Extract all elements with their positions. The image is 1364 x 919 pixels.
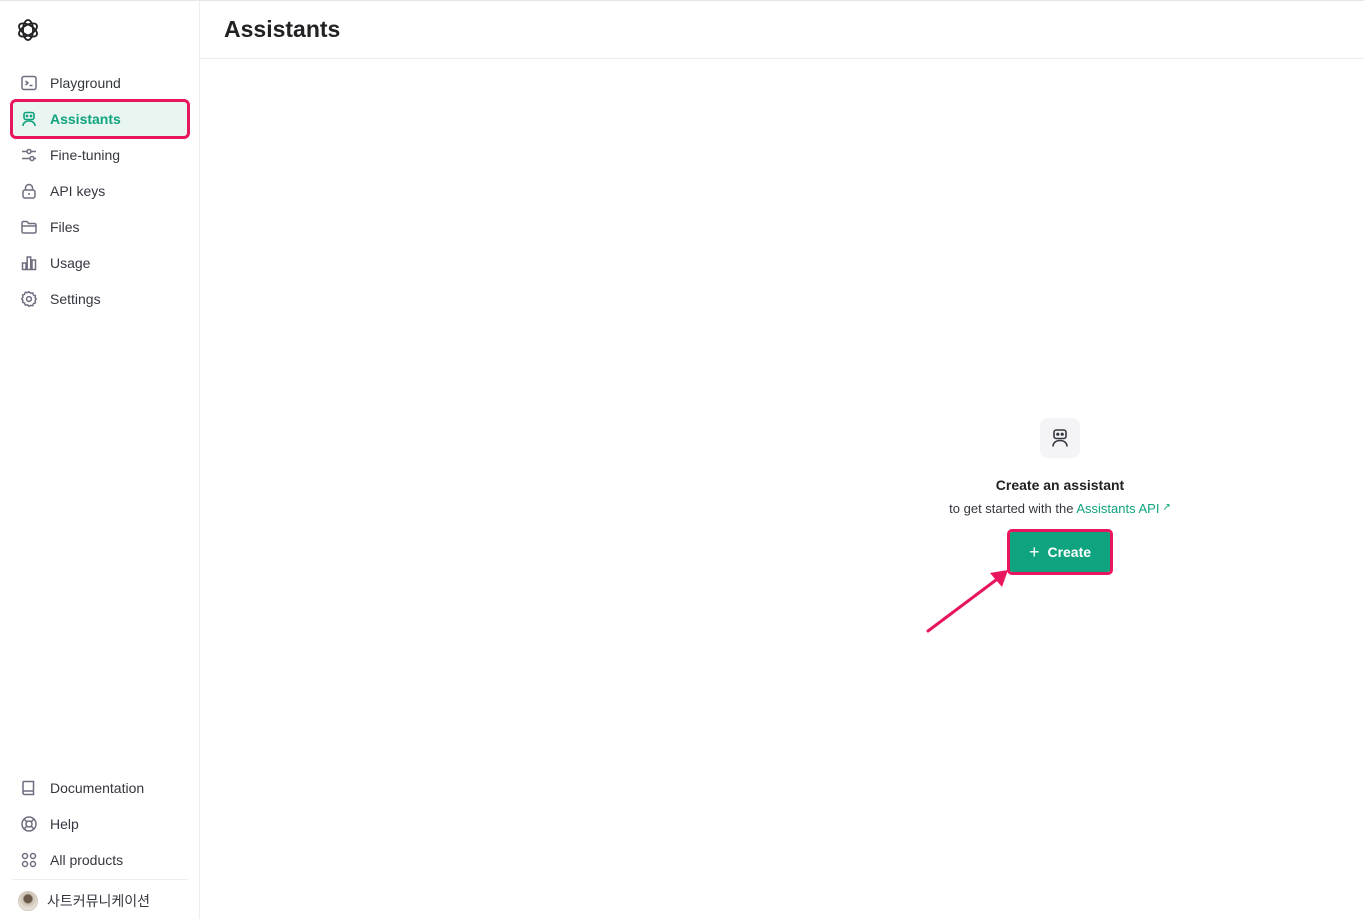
empty-state: Create an assistant to get started with … <box>920 418 1200 575</box>
sidebar-item-api-keys[interactable]: API keys <box>12 173 188 209</box>
bar-chart-icon <box>20 254 38 272</box>
lock-icon <box>20 182 38 200</box>
assistants-api-link[interactable]: Assistants API <box>1076 501 1159 516</box>
sidebar-item-assistants[interactable]: Assistants <box>10 99 190 139</box>
plus-icon: + <box>1028 541 1040 562</box>
account-switcher[interactable]: 사트커뮤니케이션 <box>18 891 150 911</box>
main-content: Assistants Create an assistant to get st… <box>200 1 1364 919</box>
page-header: Assistants <box>200 1 1364 59</box>
sidebar-item-files[interactable]: Files <box>12 209 188 245</box>
robot-icon <box>20 110 38 128</box>
sidebar-item-documentation[interactable]: Documentation <box>12 770 188 806</box>
terminal-icon <box>20 74 38 92</box>
sidebar-item-fine-tuning[interactable]: Fine-tuning <box>12 137 188 173</box>
sidebar-item-label: Fine-tuning <box>50 147 121 163</box>
grid-icon <box>20 851 38 869</box>
sidebar-item-label: Help <box>50 816 79 832</box>
sidebar-item-label: Assistants <box>50 111 121 127</box>
annotation-arrow-icon <box>926 570 1008 633</box>
account-name: 사트커뮤니케이션 <box>47 893 151 909</box>
robot-icon <box>1040 418 1080 458</box>
page-title: Assistants <box>224 16 341 42</box>
book-icon <box>20 779 38 797</box>
sidebar: Playground Assistants Fine-tuning API ke… <box>0 1 200 919</box>
sidebar-divider <box>12 879 188 880</box>
sidebar-item-label: API keys <box>50 183 106 199</box>
sidebar-item-settings[interactable]: Settings <box>12 281 188 317</box>
sidebar-bottom-nav: Documentation Help All products <box>12 770 188 878</box>
sidebar-item-all-products[interactable]: All products <box>12 842 188 878</box>
create-button[interactable]: + Create <box>1007 529 1113 575</box>
sidebar-item-usage[interactable]: Usage <box>12 245 188 281</box>
openai-logo-icon[interactable] <box>15 17 41 43</box>
sidebar-item-label: All products <box>50 852 124 868</box>
create-button-label: Create <box>1047 544 1092 560</box>
folder-icon <box>20 218 38 236</box>
sidebar-item-label: Playground <box>50 75 121 91</box>
sidebar-nav: Playground Assistants Fine-tuning API ke… <box>10 65 190 317</box>
sidebar-item-help[interactable]: Help <box>12 806 188 842</box>
external-link-icon: ↗ <box>1162 502 1171 513</box>
avatar <box>18 891 38 911</box>
empty-state-title: Create an assistant <box>995 477 1125 493</box>
sidebar-item-label: Files <box>50 219 80 235</box>
sliders-icon <box>20 146 38 164</box>
lifebuoy-icon <box>20 815 38 833</box>
gear-icon <box>20 290 38 308</box>
sidebar-item-label: Usage <box>50 255 91 271</box>
subtitle-prefix: to get started with the <box>949 501 1077 516</box>
sidebar-item-label: Settings <box>50 291 101 307</box>
app-window: Playground Assistants Fine-tuning API ke… <box>0 0 1364 919</box>
sidebar-item-label: Documentation <box>50 780 145 796</box>
sidebar-item-playground[interactable]: Playground <box>12 65 188 101</box>
empty-state-subtitle: to get started with the Assistants API ↗ <box>920 501 1200 516</box>
